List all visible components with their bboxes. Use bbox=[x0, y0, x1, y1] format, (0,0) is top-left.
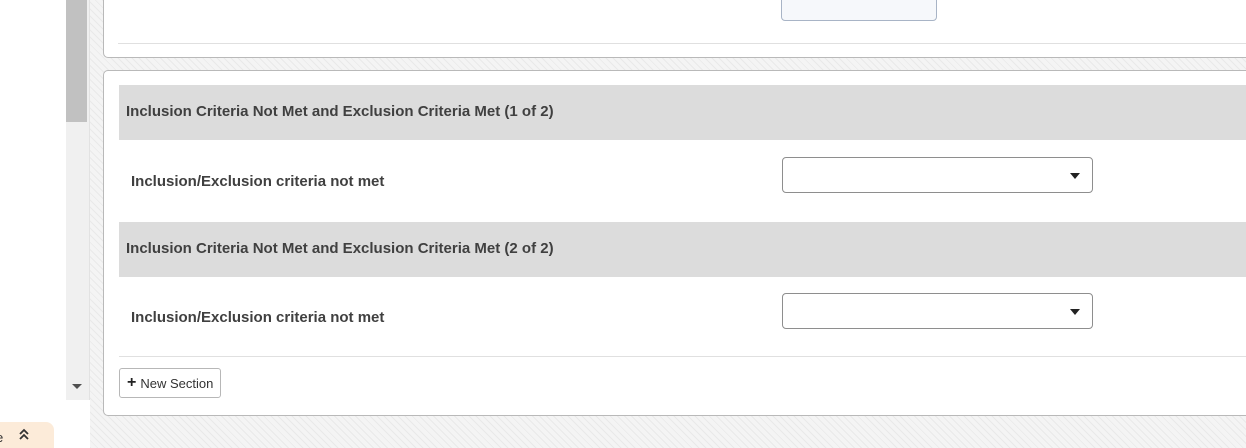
divider bbox=[118, 43, 1246, 44]
divider bbox=[119, 356, 1246, 357]
left-panel bbox=[0, 0, 66, 448]
scrollbar-thumb[interactable] bbox=[66, 0, 87, 122]
vertical-scrollbar[interactable] bbox=[66, 0, 90, 400]
plus-icon: + bbox=[127, 374, 137, 391]
criteria-not-met-select[interactable] bbox=[782, 157, 1093, 193]
page: e Inclusion Criteria Not Met and Exclusi… bbox=[0, 0, 1246, 448]
section-title: Inclusion Criteria Not Met and Exclusion… bbox=[126, 103, 554, 120]
section-header: Inclusion Criteria Not Met and Exclusion… bbox=[119, 222, 1246, 277]
caret-down-icon bbox=[1070, 173, 1080, 179]
criteria-card: Inclusion Criteria Not Met and Exclusion… bbox=[103, 70, 1246, 416]
collapsed-panel-label: e bbox=[0, 430, 3, 445]
previous-card bbox=[103, 0, 1246, 58]
new-section-label: New Section bbox=[140, 375, 214, 391]
field-label: Inclusion/Exclusion criteria not met bbox=[131, 173, 385, 190]
section-title: Inclusion Criteria Not Met and Exclusion… bbox=[126, 240, 554, 257]
chevron-up-double-icon[interactable] bbox=[18, 427, 30, 444]
scroll-down-arrow-icon[interactable] bbox=[72, 384, 82, 389]
caret-down-icon bbox=[1070, 309, 1080, 315]
field-label: Inclusion/Exclusion criteria not met bbox=[131, 309, 385, 326]
section-header: Inclusion Criteria Not Met and Exclusion… bbox=[119, 85, 1246, 140]
new-section-button[interactable]: + New Section bbox=[119, 368, 222, 398]
criteria-not-met-select[interactable] bbox=[782, 293, 1093, 329]
collapsed-panel-tab[interactable]: e bbox=[0, 422, 54, 448]
previous-card-button[interactable] bbox=[781, 0, 937, 21]
